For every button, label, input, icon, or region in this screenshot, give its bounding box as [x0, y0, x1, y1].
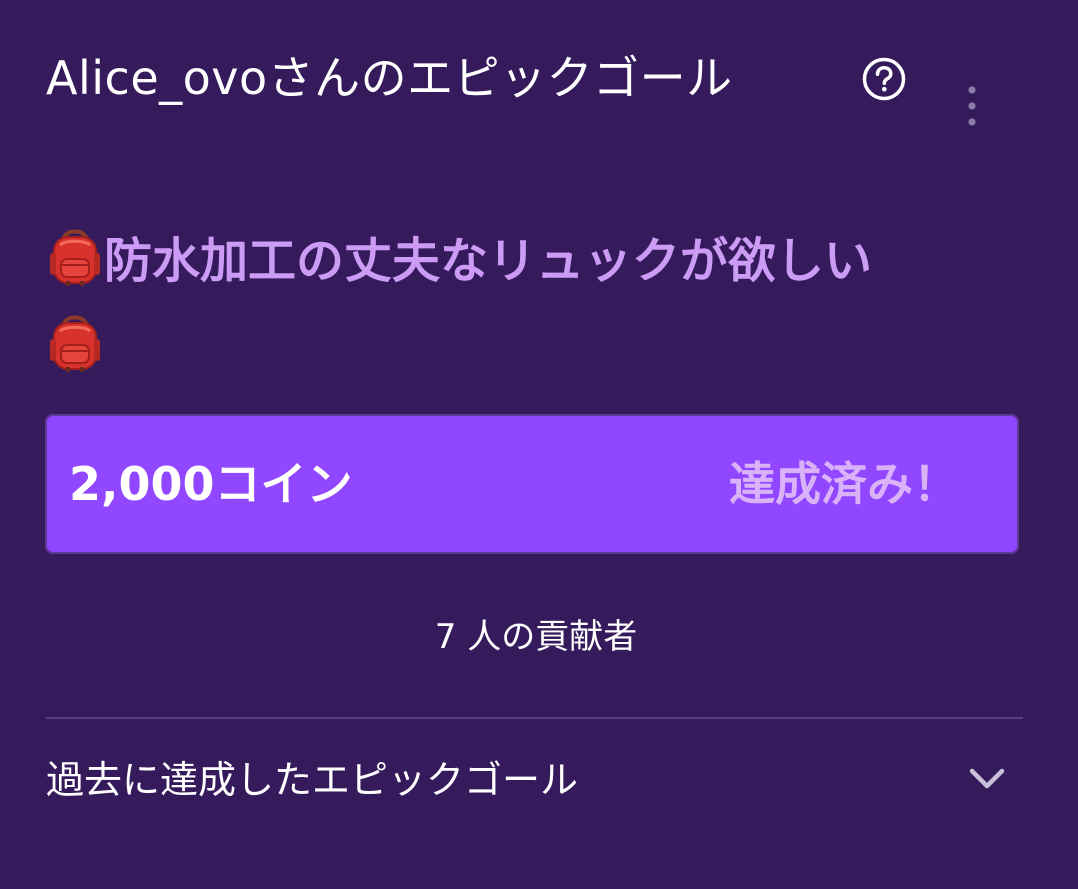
more-vertical-icon[interactable] — [958, 84, 986, 134]
goal-text: 防水加工の丈夫なリュックが欲しい — [104, 233, 873, 289]
goal-progress-bar: 2,000コイン 達成済み！ — [45, 414, 1019, 554]
goal-description: 防水加工の丈夫なリュックが欲しい — [46, 218, 1006, 390]
goal-amount: 2,000コイン — [69, 457, 353, 511]
help-circle-icon[interactable] — [862, 57, 906, 101]
page-title: Alice_ovoさんのエピックゴール — [46, 51, 733, 105]
goal-header: Alice_ovoさんのエピックゴール — [46, 50, 826, 106]
backpack-icon — [46, 311, 104, 373]
chevron-down-icon[interactable] — [967, 766, 1007, 792]
past-goals-label: 過去に達成したエピックゴール — [46, 758, 579, 802]
divider — [46, 717, 1023, 719]
contributors-count: 7 人の貢献者 — [434, 617, 638, 657]
goal-status: 達成済み！ — [729, 457, 959, 511]
past-goals-toggle[interactable]: 過去に達成したエピックゴール — [46, 752, 1023, 812]
backpack-icon — [46, 225, 104, 287]
